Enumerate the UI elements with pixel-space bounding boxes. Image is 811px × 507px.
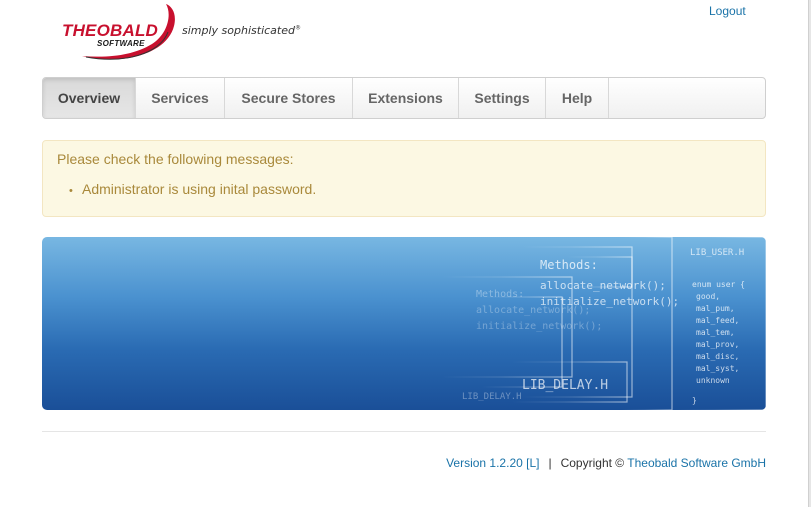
footer-separator: | — [548, 456, 552, 470]
bullet-icon: • — [69, 185, 73, 197]
logo-text: THEOBALD — [62, 21, 159, 40]
logout-link[interactable]: Logout — [709, 4, 746, 18]
tab-services[interactable]: Services — [136, 78, 225, 118]
logo-subtext: SOFTWARE — [97, 39, 145, 48]
tab-settings[interactable]: Settings — [459, 78, 546, 118]
banner-text-lib-delay: LIB_DELAY.H — [522, 378, 608, 393]
tagline: simply sophisticated® — [182, 24, 301, 37]
tagline-text: simply sophisticated — [182, 24, 295, 37]
alert-title: Please check the following messages: — [57, 151, 294, 167]
banner-text-brace: } — [692, 396, 697, 405]
code-network-graphic: Methods: allocate_network(); initialize_… — [342, 237, 766, 410]
footer: Version 1.2.20 [L] | Copyright © Theobald … — [446, 456, 766, 470]
banner-text-enum: enum user { — [692, 280, 745, 289]
banner-text-unknown: unknown — [696, 376, 730, 385]
main-nav: Overview Services Secure Stores Extensio… — [42, 77, 766, 119]
tab-extensions[interactable]: Extensions — [353, 78, 459, 118]
company-link[interactable]: Theobald Software GmbH — [627, 456, 766, 470]
banner-text-allocate-shadow: allocate_network(); — [476, 305, 590, 316]
alert-message: • Administrator is using inital password. — [69, 181, 316, 197]
hero-banner: Methods: allocate_network(); initialize_… — [42, 237, 766, 410]
banner-text-allocate: allocate_network(); — [540, 279, 666, 292]
banner-text-mal-prov: mal_prov, — [696, 340, 739, 349]
theobald-logo: THEOBALD SOFTWARE simply sophisticated® — [62, 4, 322, 64]
footer-divider — [42, 431, 766, 432]
copyright-text: Copyright © — [560, 456, 625, 470]
alert-message-text: Administrator is using inital password. — [82, 181, 317, 197]
version-link[interactable]: Version 1.2.20 [L] — [446, 456, 539, 470]
tab-secure-stores[interactable]: Secure Stores — [225, 78, 353, 118]
banner-text-good: good, — [696, 292, 720, 301]
banner-text-mal-tem: mal_tem, — [696, 328, 735, 337]
tab-overview[interactable]: Overview — [43, 78, 136, 118]
tab-help[interactable]: Help — [546, 78, 609, 118]
banner-text-methods-shadow: Methods: — [476, 289, 524, 300]
warning-alert: Please check the following messages: • Ad… — [42, 140, 766, 217]
banner-text-initialize-shadow: initialize_network(); — [476, 321, 602, 332]
banner-text-mal-disc: mal_disc, — [696, 352, 739, 361]
banner-text-mal-pum: mal_pum, — [696, 304, 735, 313]
banner-text-mal-feed: mal_feed, — [696, 316, 739, 325]
banner-text-methods: Methods: — [540, 258, 598, 272]
banner-text-lib-delay-shadow: LIB_DELAY.H — [462, 392, 522, 402]
banner-text-mal-syst: mal_syst, — [696, 364, 739, 373]
banner-text-lib-user: LIB_USER.H — [690, 248, 744, 258]
